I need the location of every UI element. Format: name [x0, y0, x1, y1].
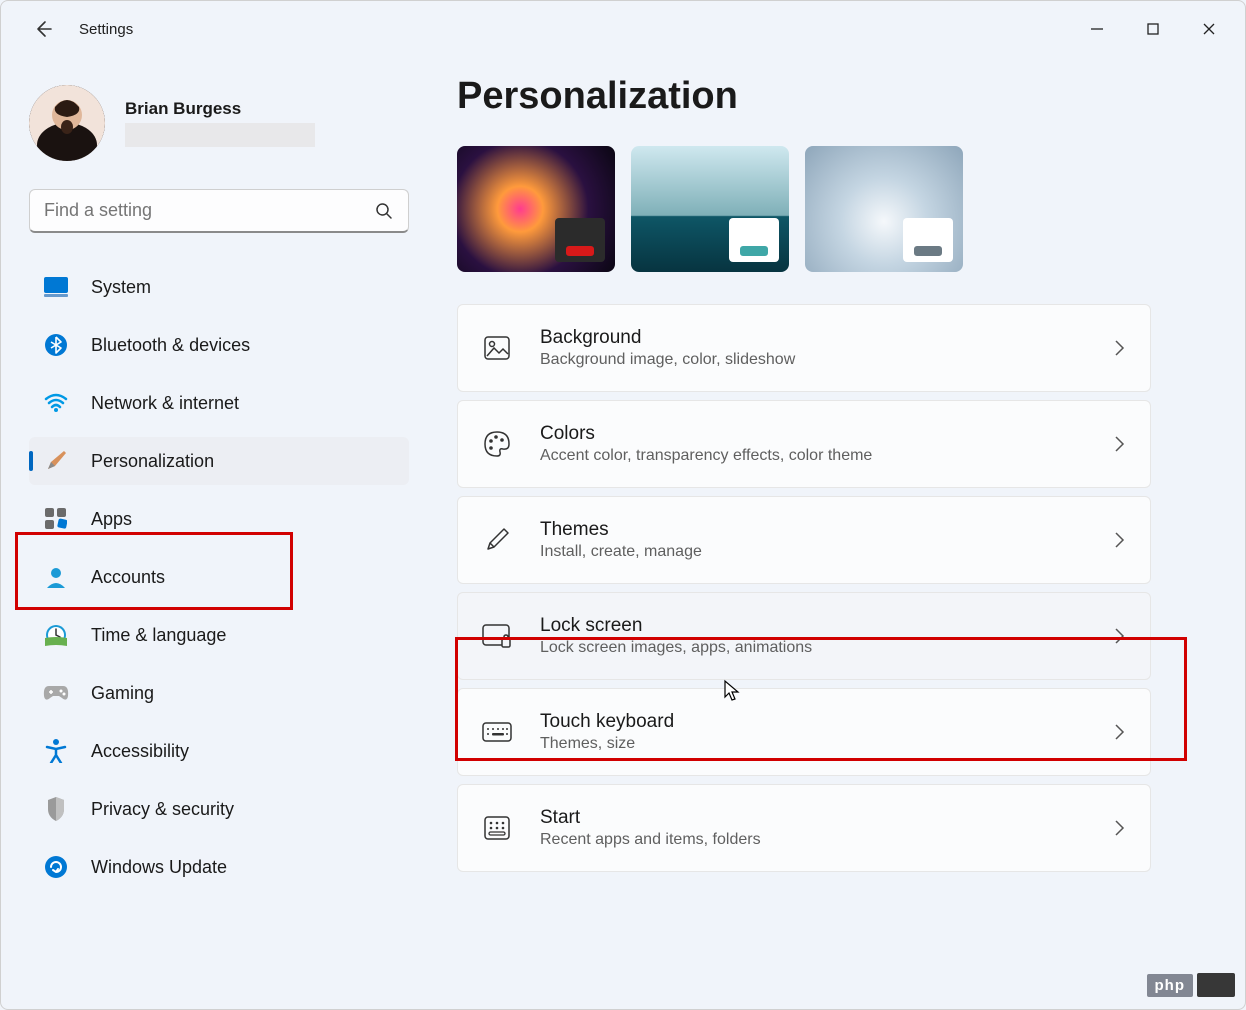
card-desc: Recent apps and items, folders — [540, 831, 1112, 849]
watermark-block — [1197, 973, 1235, 997]
card-desc: Lock screen images, apps, animations — [540, 639, 1112, 657]
sidebar-item-update[interactable]: Windows Update — [29, 843, 409, 891]
card-title: Themes — [540, 519, 1112, 541]
close-icon — [1202, 22, 1216, 36]
sidebar-item-gaming[interactable]: Gaming — [29, 669, 409, 717]
chevron-right-icon — [1112, 818, 1126, 838]
card-title: Touch keyboard — [540, 711, 1112, 733]
brush-icon — [43, 448, 69, 474]
watermark-text: php — [1147, 974, 1194, 997]
sidebar-item-label: Privacy & security — [91, 799, 234, 820]
palette-icon — [482, 429, 512, 459]
sidebar-item-label: Network & internet — [91, 393, 239, 414]
sidebar-item-label: Gaming — [91, 683, 154, 704]
card-desc: Install, create, manage — [540, 543, 1112, 561]
sidebar-item-label: Windows Update — [91, 857, 227, 878]
accessibility-icon — [43, 738, 69, 764]
avatar — [29, 85, 105, 161]
card-background[interactable]: Background Background image, color, slide… — [457, 304, 1151, 392]
user-name: Brian Burgess — [125, 99, 315, 119]
pen-icon — [482, 525, 512, 555]
gaming-icon — [43, 680, 69, 706]
minimize-button[interactable] — [1069, 9, 1125, 49]
search-box[interactable] — [29, 189, 409, 233]
app-title: Settings — [79, 21, 133, 38]
theme-preview-3[interactable] — [805, 146, 963, 272]
card-desc: Background image, color, slideshow — [540, 351, 1112, 369]
update-icon — [43, 854, 69, 880]
lock-screen-icon — [482, 621, 512, 651]
user-email-redacted — [125, 123, 315, 147]
chevron-right-icon — [1112, 338, 1126, 358]
card-themes[interactable]: Themes Install, create, manage — [457, 496, 1151, 584]
theme-previews — [457, 146, 1205, 272]
chevron-right-icon — [1112, 626, 1126, 646]
apps-icon — [43, 506, 69, 532]
card-desc: Accent color, transparency effects, colo… — [540, 447, 1112, 465]
sidebar-item-time[interactable]: Time & language — [29, 611, 409, 659]
search-input[interactable] — [44, 200, 374, 221]
sidebar-item-personalization[interactable]: Personalization — [29, 437, 409, 485]
search-icon — [374, 201, 394, 221]
window-controls — [1069, 9, 1237, 49]
theme-preview-1[interactable] — [457, 146, 615, 272]
card-title: Colors — [540, 423, 1112, 445]
sidebar-item-bluetooth[interactable]: Bluetooth & devices — [29, 321, 409, 369]
card-title: Start — [540, 807, 1112, 829]
maximize-icon — [1146, 22, 1160, 36]
chevron-right-icon — [1112, 530, 1126, 550]
sidebar: Brian Burgess System Bluetooth & devices… — [1, 57, 421, 1009]
sidebar-item-accessibility[interactable]: Accessibility — [29, 727, 409, 775]
sidebar-item-label: Apps — [91, 509, 132, 530]
page-title: Personalization — [457, 75, 1205, 118]
clock-icon — [43, 622, 69, 648]
system-icon — [43, 274, 69, 300]
sidebar-item-network[interactable]: Network & internet — [29, 379, 409, 427]
chevron-right-icon — [1112, 434, 1126, 454]
keyboard-icon — [482, 717, 512, 747]
sidebar-item-label: Personalization — [91, 451, 214, 472]
watermark: php — [1147, 973, 1236, 997]
card-title: Background — [540, 327, 1112, 349]
image-icon — [482, 333, 512, 363]
card-start[interactable]: Start Recent apps and items, folders — [457, 784, 1151, 872]
sidebar-item-label: Time & language — [91, 625, 226, 646]
user-block[interactable]: Brian Burgess — [29, 85, 409, 161]
card-desc: Themes, size — [540, 735, 1112, 753]
close-button[interactable] — [1181, 9, 1237, 49]
titlebar: Settings — [1, 1, 1245, 57]
accounts-icon — [43, 564, 69, 590]
card-lock-screen[interactable]: Lock screen Lock screen images, apps, ani… — [457, 592, 1151, 680]
sidebar-item-accounts[interactable]: Accounts — [29, 553, 409, 601]
back-button[interactable] — [23, 9, 63, 49]
card-title: Lock screen — [540, 615, 1112, 637]
sidebar-item-system[interactable]: System — [29, 263, 409, 311]
sidebar-item-apps[interactable]: Apps — [29, 495, 409, 543]
shield-icon — [43, 796, 69, 822]
sidebar-item-privacy[interactable]: Privacy & security — [29, 785, 409, 833]
maximize-button[interactable] — [1125, 9, 1181, 49]
start-icon — [482, 813, 512, 843]
card-touch-keyboard[interactable]: Touch keyboard Themes, size — [457, 688, 1151, 776]
sidebar-item-label: System — [91, 277, 151, 298]
sidebar-item-label: Accessibility — [91, 741, 189, 762]
wifi-icon — [43, 390, 69, 416]
minimize-icon — [1090, 22, 1104, 36]
main-content: Personalization Background Background ima… — [421, 57, 1245, 1009]
bluetooth-icon — [43, 332, 69, 358]
sidebar-item-label: Accounts — [91, 567, 165, 588]
theme-preview-2[interactable] — [631, 146, 789, 272]
chevron-right-icon — [1112, 722, 1126, 742]
back-arrow-icon — [33, 19, 53, 39]
card-colors[interactable]: Colors Accent color, transparency effects… — [457, 400, 1151, 488]
sidebar-item-label: Bluetooth & devices — [91, 335, 250, 356]
